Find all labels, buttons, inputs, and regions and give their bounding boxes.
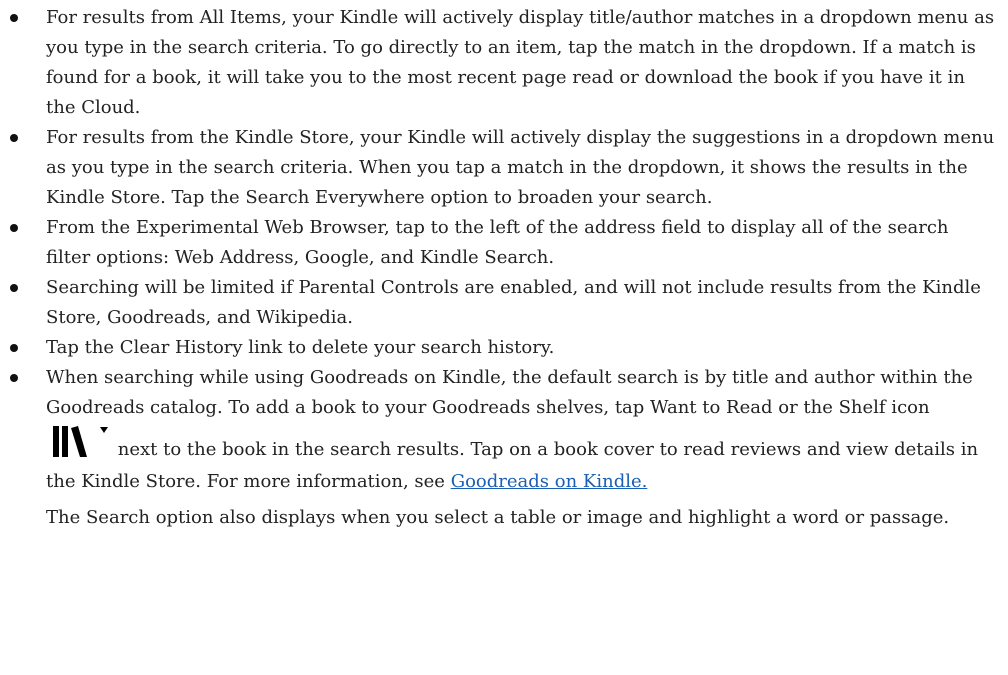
document-page: For results from All Items, your Kindle … [0,0,1008,533]
bullet-dot [10,374,18,382]
list-item: Searching will be limited if Parental Co… [0,273,1008,333]
bullet-dot [10,14,18,22]
bullet-dot [10,224,18,232]
search-note: The Search option also displays when you… [46,507,950,528]
list-item-text: Tap the Clear History link to delete you… [46,337,555,358]
list-item: Tap the Clear History link to delete you… [0,333,1008,363]
list-item-text: Searching will be limited if Parental Co… [46,277,981,328]
search-tips-list: For results from All Items, your Kindle … [0,3,1008,497]
goodreads-on-kindle-link[interactable]: Goodreads on Kindle. [451,471,648,492]
bullet-dot [10,344,18,352]
shelf-icon[interactable] [52,423,110,467]
list-item: From the Experimental Web Browser, tap t… [0,213,1008,273]
list-item: For results from the Kindle Store, your … [0,123,1008,213]
list-item: For results from All Items, your Kindle … [0,3,1008,123]
goodreads-text-before-icon: When searching while using Goodreads on … [46,367,973,418]
list-item-text: From the Experimental Web Browser, tap t… [46,217,949,268]
list-item-text: For results from All Items, your Kindle … [46,7,995,118]
bullet-dot [10,134,18,142]
list-item-goodreads: When searching while using Goodreads on … [0,363,1008,497]
list-item-text: When searching while using Goodreads on … [46,363,996,497]
list-item-text: For results from the Kindle Store, your … [46,127,995,208]
bullet-dot [10,284,18,292]
